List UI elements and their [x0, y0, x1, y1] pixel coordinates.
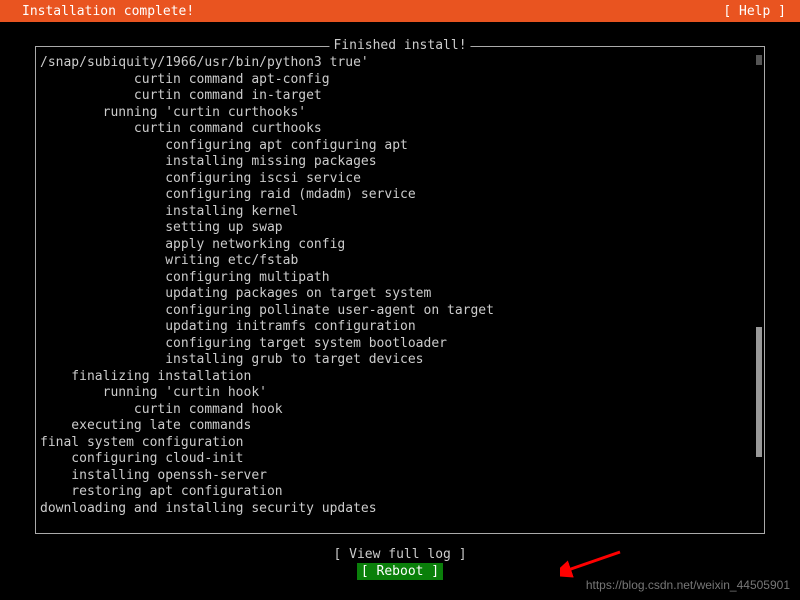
log-line: configuring iscsi service	[40, 171, 754, 188]
reboot-button[interactable]: [ Reboot ]	[357, 563, 443, 580]
log-line: setting up swap	[40, 220, 754, 237]
log-line: configuring raid (mdadm) service	[40, 187, 754, 204]
log-line: configuring apt configuring apt	[40, 138, 754, 155]
log-line: /snap/subiquity/1966/usr/bin/python3 tru…	[40, 55, 754, 72]
log-panel: Finished install! /snap/subiquity/1966/u…	[35, 46, 765, 534]
main-area: Finished install! /snap/subiquity/1966/u…	[0, 22, 800, 600]
log-line: installing openssh-server	[40, 468, 754, 485]
header-bar: Installation complete! [ Help ]	[0, 0, 800, 22]
log-line: final system configuration	[40, 435, 754, 452]
log-line: apply networking config	[40, 237, 754, 254]
log-line: updating packages on target system	[40, 286, 754, 303]
log-line: restoring apt configuration	[40, 484, 754, 501]
log-line: downloading and installing security upda…	[40, 501, 754, 518]
log-line: finalizing installation	[40, 369, 754, 386]
button-row: [ View full log ] [ Reboot ]	[35, 546, 765, 580]
log-line: running 'curtin curthooks'	[40, 105, 754, 122]
log-line: curtin command apt-config	[40, 72, 754, 89]
panel-title: Finished install!	[329, 38, 470, 53]
header-title: Installation complete!	[22, 4, 194, 19]
log-line: curtin command hook	[40, 402, 754, 419]
log-line: installing missing packages	[40, 154, 754, 171]
view-full-log-button[interactable]: [ View full log ]	[331, 546, 468, 563]
scrollbar-thumb[interactable]	[756, 327, 762, 457]
log-line: curtin command curthooks	[40, 121, 754, 138]
log-line: writing etc/fstab	[40, 253, 754, 270]
log-line: configuring cloud-init	[40, 451, 754, 468]
help-button[interactable]: [ Help ]	[723, 4, 786, 19]
scrollbar-up-icon[interactable]	[756, 55, 762, 65]
log-line: running 'curtin hook'	[40, 385, 754, 402]
log-line: installing kernel	[40, 204, 754, 221]
log-line: installing grub to target devices	[40, 352, 754, 369]
log-line: curtin command in-target	[40, 88, 754, 105]
log-line: updating initramfs configuration	[40, 319, 754, 336]
log-line: configuring target system bootloader	[40, 336, 754, 353]
watermark-text: https://blog.csdn.net/weixin_44505901	[586, 578, 790, 592]
log-line: executing late commands	[40, 418, 754, 435]
install-log: /snap/subiquity/1966/usr/bin/python3 tru…	[40, 55, 754, 517]
log-line: configuring pollinate user-agent on targ…	[40, 303, 754, 320]
log-line: configuring multipath	[40, 270, 754, 287]
